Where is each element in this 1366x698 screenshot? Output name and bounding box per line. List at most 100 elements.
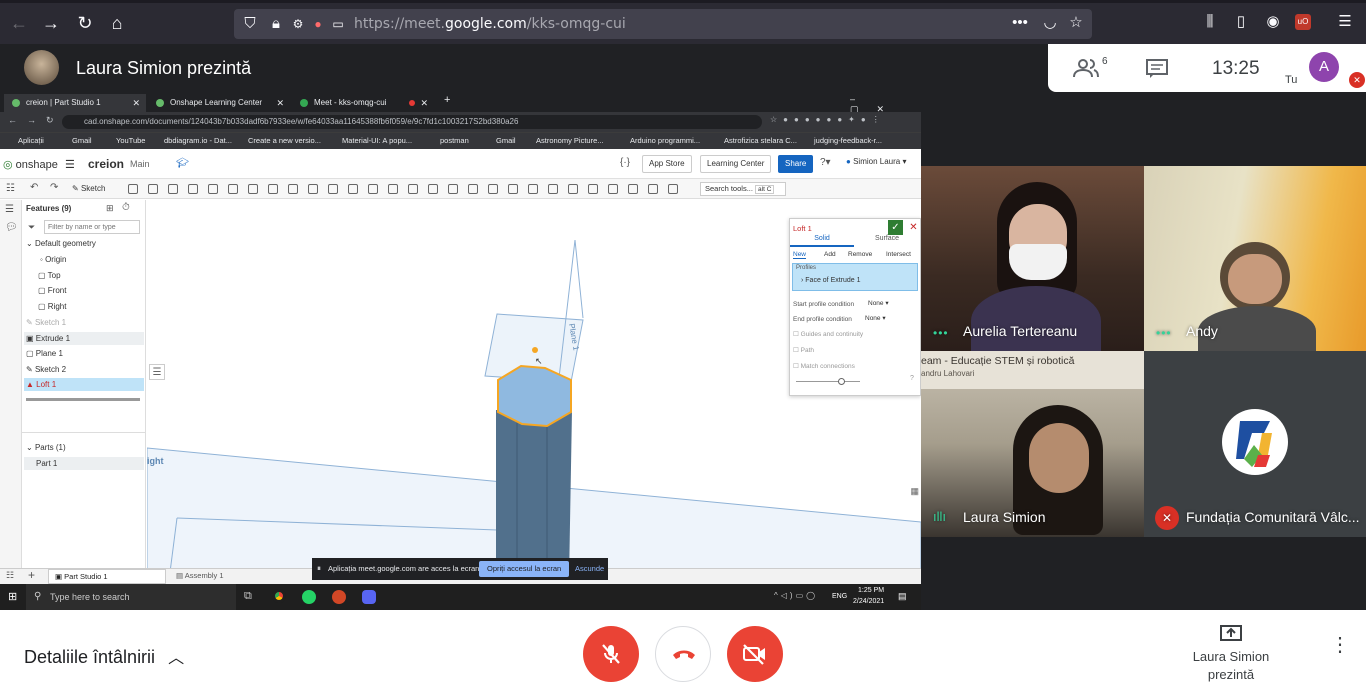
feature-origin: ◦ Origin — [40, 255, 67, 264]
parts-header-label: Parts (1) — [34, 443, 66, 452]
bookmark-item: Astrofizica stelara C... — [724, 136, 797, 145]
feature-tool-icon — [588, 184, 598, 194]
whatsapp-taskbar-icon — [302, 590, 316, 604]
more-options-icon[interactable]: ⋮ — [1330, 635, 1350, 655]
extension-icons: ☆●●●●●●✦●⋮ — [770, 115, 886, 124]
present-screen-icon[interactable] — [1219, 624, 1243, 644]
undo-icon: ↶ — [30, 182, 39, 193]
ublock-icon[interactable]: uO — [1295, 14, 1311, 30]
people-icon[interactable] — [1072, 58, 1100, 78]
video-banner-text: eam - Educație STEM și robotică — [921, 355, 1075, 367]
url-text[interactable]: https://meet.google.com/kks-omqg-cui — [354, 16, 626, 32]
permissions-icon[interactable]: ⚙ — [288, 15, 308, 33]
participant-clothing — [971, 286, 1101, 351]
feature-tool-icon — [308, 184, 318, 194]
shield-icon[interactable]: ⛉ — [240, 15, 260, 33]
parts-header: ⌄ Parts (1) — [26, 443, 66, 452]
hide-notification-button: Ascunde — [575, 564, 605, 573]
feature-tool-icon — [668, 184, 678, 194]
feature-tool-icon — [288, 184, 298, 194]
participant-tile-andy[interactable]: ••• Andy — [1144, 166, 1366, 351]
preview-slider — [796, 381, 860, 382]
participant-name: ✕ Fundația Comunitară Vâlc... — [1155, 506, 1360, 530]
share-button: Share — [778, 155, 814, 173]
start-condition-label: Start profile condition — [793, 301, 855, 308]
page-actions-icon[interactable]: ••• — [1010, 14, 1030, 32]
feature-tool-icon — [548, 184, 558, 194]
screen-share-icon[interactable]: ▭ — [328, 15, 348, 33]
notifications-icon: ▤ — [898, 591, 907, 601]
feature-tool-icon — [208, 184, 218, 194]
feature-loft-1: ▲ Loft 1 — [24, 378, 144, 391]
hamburger-icon: ☰ — [64, 159, 75, 171]
match-checkbox: ☐ Match connections — [793, 363, 855, 370]
url-bar[interactable]: ⛉ 🔒︎ ⚙ ● ▭ https://meet.google.com/kks-o… — [234, 9, 1092, 39]
feature-tool-icon — [248, 184, 258, 194]
bookmark-item: Gmail — [496, 136, 516, 145]
reload-icon[interactable]: ↻ — [74, 12, 96, 34]
participant-tile-aurelia[interactable]: ••• Aurelia Tertereanu — [921, 166, 1144, 351]
feature-tool-icon — [628, 184, 638, 194]
profile-item-label: Face of Extrude 1 — [805, 277, 861, 284]
audio-wave-icon: ıllı — [933, 509, 946, 524]
document-title: creion — [88, 157, 125, 171]
self-avatar: A — [1309, 52, 1339, 82]
leave-call-button[interactable] — [655, 626, 711, 682]
feature-tool-icon — [568, 184, 578, 194]
feature-sketch-1: ✎ Sketch 1 — [26, 318, 67, 327]
back-icon[interactable]: ← — [8, 12, 30, 34]
mic-blocked-icon[interactable]: ● — [308, 15, 328, 33]
feature-label: Origin — [45, 255, 67, 264]
feature-tool-icon — [188, 184, 198, 194]
notification-text: Aplicația meet.google.com are acces la e… — [328, 564, 482, 573]
op-intersect: Intersect — [886, 251, 911, 258]
taskbar-date: 2/24/2021 — [853, 598, 885, 605]
feature-tool-icon — [228, 184, 238, 194]
menu-icon[interactable]: ☰ — [1335, 13, 1355, 31]
forward-icon[interactable]: → — [40, 12, 62, 34]
video-banner-subtext: andru Lahovari — [921, 369, 975, 378]
pocket-icon[interactable]: ◡ — [1040, 14, 1060, 32]
tab-assembly-label: Assembly 1 — [184, 571, 224, 580]
sidebar-icon[interactable]: ▯ — [1231, 13, 1251, 31]
participant-tile-laura[interactable]: eam - Educație STEM și robotică andru La… — [921, 351, 1144, 537]
chat-icon[interactable] — [1146, 59, 1168, 79]
people-count: 6 — [1102, 56, 1108, 67]
code-braces-icon: {·} — [620, 157, 631, 168]
add-folder-icon: ⊞ — [106, 203, 114, 213]
organization-logo-icon — [1236, 421, 1272, 467]
library-icon[interactable]: ⫼ — [1200, 13, 1220, 31]
shared-tab-label: Meet - kks-omqg-cui — [314, 98, 387, 107]
loft-dialog: Loft 1 ✓ ✕ Solid Surface New Add Remove … — [789, 218, 921, 396]
windows-start-icon: ⊞ — [8, 591, 18, 603]
search-icon: ⚲ — [34, 591, 42, 602]
view-cube-icon: ▦ — [910, 486, 919, 496]
profiles-label: Profiles — [796, 265, 817, 271]
path-checkbox: ☐ Path — [793, 347, 815, 354]
url-domain: google.com — [445, 16, 527, 32]
feature-front: ▢ Front — [38, 286, 67, 295]
tab-strip — [0, 0, 1366, 3]
shared-address-bar: ←→↻ cad.onshape.com/documents/124043b7b0… — [0, 112, 921, 132]
participant-face — [1029, 423, 1089, 493]
participant-tile-fundatia[interactable]: ✕ Fundația Comunitară Vâlc... — [1144, 351, 1366, 537]
search-shortcut: alt C — [755, 185, 775, 194]
meeting-details-button[interactable]: Detaliile întâlnirii ︿ — [24, 644, 184, 668]
feature-tool-icon — [388, 184, 398, 194]
mic-toggle-button[interactable] — [583, 626, 639, 682]
shared-tab-label: creion | Part Studio 1 — [26, 98, 101, 107]
end-condition-select: None ▾ — [865, 315, 886, 322]
camera-toggle-button[interactable] — [727, 626, 783, 682]
part-1: Part 1 — [24, 457, 144, 470]
meeting-info-card: 6 13:25 Tu A ✕ — [1048, 44, 1366, 92]
pause-icon: ⏸ — [317, 564, 321, 573]
bookmark-star-icon[interactable]: ☆ — [1066, 14, 1086, 32]
home-icon[interactable]: ⌂ — [106, 12, 128, 34]
feature-tool-icon — [608, 184, 618, 194]
chevron-up-icon: ︿ — [168, 650, 185, 667]
shared-tab-learning: Onshape Learning Center ✕ — [148, 94, 290, 112]
shared-screen: creion | Part Studio 1 ✕ Onshape Learning… — [0, 92, 921, 610]
feature-tool-icon — [448, 184, 458, 194]
account-icon[interactable]: ◉ — [1263, 13, 1283, 31]
lock-icon[interactable]: 🔒︎ — [266, 15, 286, 33]
